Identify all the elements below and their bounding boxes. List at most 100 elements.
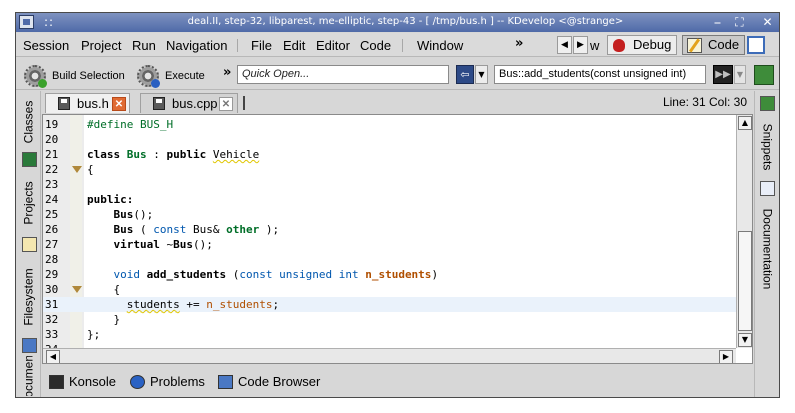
filesystem-icon <box>22 338 37 353</box>
right-tool-dock: Snippets Documentation <box>754 91 779 397</box>
current-code-line: 31 students += n_students; <box>43 297 736 312</box>
close-button[interactable]: ✕ <box>759 14 776 30</box>
menu-bar: Session Project Run Navigation File Edit… <box>16 33 779 57</box>
cursor-position: Line: 31 Col: 30 <box>662 95 747 109</box>
bottom-tab-problems[interactable]: Problems <box>130 374 205 390</box>
line-number: 27 <box>45 238 59 251</box>
area-debug-label: Debug <box>633 37 672 52</box>
tab-bus-cpp[interactable]: bus.cpp ✕ <box>140 93 238 113</box>
projects-icon <box>22 237 37 252</box>
area-next-button[interactable]: ▶ <box>573 36 588 54</box>
code-text: } <box>113 313 121 326</box>
left-tool-dock: Classes Projects Filesystem Documents <box>16 91 41 397</box>
close-tab-icon[interactable]: ✕ <box>112 97 126 111</box>
area-prev-button[interactable]: ◀ <box>557 36 572 54</box>
kdevelop-window: :: deal.II, step-32, libparest, me-ellip… <box>15 12 780 398</box>
code-line: 30 { <box>43 282 736 297</box>
menu-session[interactable]: Session <box>23 38 69 53</box>
code-browser-icon <box>218 375 233 389</box>
bug-icon <box>613 39 625 52</box>
code-text: Bus(); <box>113 208 154 221</box>
menu-editor[interactable]: Editor <box>316 38 350 53</box>
navigate-history-dropdown[interactable]: ▼ <box>475 65 488 84</box>
dock-tab-classes[interactable]: Classes <box>16 93 41 151</box>
line-number: 28 <box>45 253 59 266</box>
code-text: Bus ( const Bus& other ); <box>113 223 280 236</box>
bottom-tab-konsole-label: Konsole <box>69 374 116 389</box>
dock-tab-filesystem[interactable]: Filesystem <box>16 257 41 337</box>
save-icon <box>58 97 70 110</box>
area-debug-button[interactable]: Debug <box>607 35 678 55</box>
code-text: students += n_students; <box>126 298 280 311</box>
editor-vertical-scrollbar[interactable]: ▲ ▼ <box>736 115 752 348</box>
line-number: 31 <box>45 298 59 311</box>
code-text: virtual ~Bus(); <box>113 238 213 251</box>
menu-separator <box>402 39 403 52</box>
line-number: 29 <box>45 268 59 281</box>
minimize-button[interactable]: ⎯ <box>709 14 726 30</box>
build-selection-button[interactable]: Build Selection <box>24 65 125 88</box>
dock-tab-snippets[interactable]: Snippets <box>755 115 779 179</box>
menu-run[interactable]: Run <box>132 38 156 53</box>
dock-tab-documents[interactable]: Documents <box>16 356 41 396</box>
context-browser-icon[interactable] <box>754 65 774 85</box>
area-code-label: Code <box>708 37 740 52</box>
execute-button[interactable]: Execute <box>137 65 205 88</box>
maximize-button[interactable]: ⛶ <box>731 14 748 30</box>
main-toolbar: Build Selection Execute » Quick Open... … <box>16 58 779 90</box>
dock-tab-snippets-label: Snippets <box>760 123 775 171</box>
save-icon <box>153 97 165 110</box>
dock-tab-projects[interactable]: Projects <box>16 171 41 235</box>
dock-tab-documentation[interactable]: Documentation <box>755 199 779 299</box>
build-selection-label: Build Selection <box>52 70 125 82</box>
quick-open-input[interactable]: Quick Open... <box>237 65 449 84</box>
scroll-right-arrow-icon[interactable]: ▶ <box>719 350 733 363</box>
context-browser-field[interactable]: Bus::add_students(const unsigned int) <box>494 65 706 84</box>
menu-edit[interactable]: Edit <box>283 38 305 53</box>
konsole-icon <box>49 375 64 389</box>
code-line: 32 } <box>43 312 736 327</box>
menu-navigation[interactable]: Navigation <box>166 38 227 53</box>
fold-marker-icon[interactable] <box>72 166 82 173</box>
vertical-scroll-thumb[interactable] <box>738 231 752 331</box>
code-text: #define BUS_H <box>87 118 174 131</box>
documentation-icon <box>760 181 775 196</box>
context-dropdown[interactable]: ▼ <box>734 65 746 84</box>
menu-project[interactable]: Project <box>81 38 121 53</box>
code-line: 28 <box>43 252 736 267</box>
code-line: 26 Bus ( const Bus& other ); <box>43 222 736 237</box>
menu-window[interactable]: Window <box>417 38 463 53</box>
scroll-left-arrow-icon[interactable]: ◀ <box>46 350 60 363</box>
area-partial-label: w <box>590 38 600 53</box>
title-bar: :: deal.II, step-32, libparest, me-ellip… <box>16 13 779 32</box>
menu-separator <box>237 39 238 52</box>
bottom-tab-konsole[interactable]: Konsole <box>49 374 116 390</box>
code-editor[interactable]: 19 #define BUS_H 20 21 class Bus : publi… <box>42 114 753 364</box>
kdevelop-app-icon[interactable] <box>19 15 34 29</box>
menu-code[interactable]: Code <box>360 38 391 53</box>
context-next-button[interactable]: ▶▶ <box>713 65 733 84</box>
dock-tab-documentation-label: Documentation <box>760 208 775 290</box>
scroll-up-arrow-icon[interactable]: ▲ <box>738 116 752 130</box>
scroll-down-arrow-icon[interactable]: ▼ <box>738 333 752 347</box>
window-list-icon[interactable] <box>747 36 765 54</box>
code-line: 24 public: <box>43 192 736 207</box>
toolbar-overflow-chevron-icon[interactable]: » <box>223 65 231 80</box>
menu-overflow-chevron-icon[interactable]: » <box>515 36 523 51</box>
close-tab-icon[interactable]: ✕ <box>219 97 233 111</box>
code-text: public: <box>87 193 134 206</box>
line-number: 21 <box>45 148 59 161</box>
tab-bus-h[interactable]: bus.h ✕ <box>45 93 130 113</box>
dock-tab-classes-label: Classes <box>21 100 36 144</box>
code-line: 20 <box>43 132 736 147</box>
line-number: 25 <box>45 208 59 221</box>
menu-file[interactable]: File <box>251 38 272 53</box>
line-number: 24 <box>45 193 59 206</box>
navigate-back-button[interactable]: ⇦ <box>456 65 474 84</box>
area-code-button[interactable]: Code <box>682 35 746 55</box>
window-menu-dots[interactable]: :: <box>44 15 54 29</box>
fold-marker-icon[interactable] <box>72 286 82 293</box>
editor-horizontal-scrollbar[interactable]: ◀ ▶ <box>43 348 736 363</box>
bottom-tab-code-browser[interactable]: Code Browser <box>218 374 320 390</box>
line-number: 23 <box>45 178 59 191</box>
